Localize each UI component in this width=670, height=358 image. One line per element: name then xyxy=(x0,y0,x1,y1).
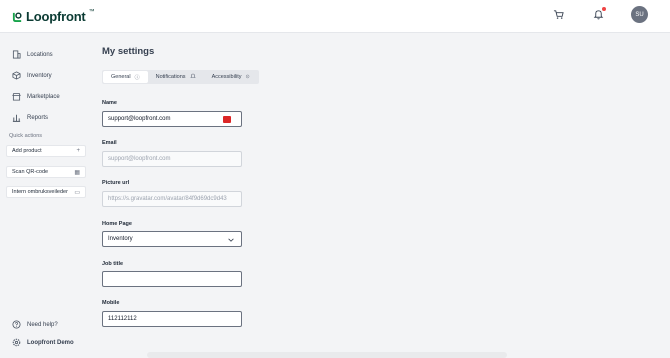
logo[interactable]: Loopfront ™ xyxy=(12,9,95,24)
bell-icon xyxy=(189,73,196,81)
bell-icon[interactable] xyxy=(591,6,606,22)
sidebar-item-marketplace[interactable]: Marketplace xyxy=(12,92,60,101)
mobile-field[interactable]: 112112112 xyxy=(102,311,242,327)
info-icon: ⓘ xyxy=(134,74,140,81)
sidebar-item-label: Marketplace xyxy=(27,93,60,100)
picture-url-placeholder: https://s.gravatar.com/avatar/84f9d69dc9… xyxy=(108,196,227,202)
mobile-value: 112112112 xyxy=(108,316,137,322)
box-icon xyxy=(12,71,21,80)
accessibility-icon: ⊙ xyxy=(245,74,250,80)
tab-notifications[interactable]: Notifications xyxy=(148,71,204,83)
tab-accessibility[interactable]: Accessibility ⊙ xyxy=(204,71,258,83)
building-icon xyxy=(12,50,21,59)
tab-label: Notifications xyxy=(155,74,186,80)
email-field: support@loopfront.com xyxy=(102,151,242,167)
settings-main: My settings General ⓘ Notifications Acce… xyxy=(92,33,670,358)
intern-ombruksveileder-button[interactable]: Intern ombruksveileder ▭ xyxy=(6,186,86,198)
org-switcher[interactable]: Loopfront Demo xyxy=(12,338,74,347)
notification-dot xyxy=(602,6,606,11)
help-icon xyxy=(12,320,21,329)
book-icon: ▭ xyxy=(74,189,80,196)
avatar[interactable]: SU xyxy=(631,6,648,23)
job-title-field[interactable] xyxy=(102,271,242,287)
logo-text: Loopfront xyxy=(26,9,86,24)
sidebar-item-locations[interactable]: Locations xyxy=(12,50,53,59)
picture-url-label: Picture url xyxy=(102,180,130,186)
page-title: My settings xyxy=(102,46,155,57)
home-page-label: Home Page xyxy=(102,221,132,227)
top-bar: Loopfront ™ SU xyxy=(0,0,670,33)
loopfront-logo-icon xyxy=(12,12,22,22)
add-product-button[interactable]: Add product + xyxy=(6,145,86,157)
quick-action-label: Add product xyxy=(12,148,42,154)
tab-label: General xyxy=(111,74,131,80)
gear-icon xyxy=(12,338,21,347)
org-name: Loopfront Demo xyxy=(27,339,74,346)
sidebar-item-label: Inventory xyxy=(27,72,52,79)
quick-action-label: Scan QR-code xyxy=(12,169,49,175)
password-manager-icon[interactable] xyxy=(223,116,231,123)
home-page-value: Inventory xyxy=(108,236,133,242)
name-value: support@loopfront.com xyxy=(108,116,171,122)
home-page-select[interactable]: Inventory xyxy=(102,231,242,247)
job-title-label: Job title xyxy=(102,261,124,267)
sidebar-item-label: Locations xyxy=(27,51,53,58)
mobile-label: Mobile xyxy=(102,300,120,306)
quick-action-label: Intern ombruksveileder xyxy=(12,189,68,195)
tab-label: Accessibility xyxy=(211,74,242,80)
bar-chart-icon xyxy=(12,114,21,122)
cart-icon[interactable] xyxy=(551,8,565,22)
sidebar-item-label: Reports xyxy=(27,114,49,121)
need-help-label: Need help? xyxy=(27,321,58,328)
sidebar-item-inventory[interactable]: Inventory xyxy=(12,71,52,80)
tab-general[interactable]: General ⓘ xyxy=(103,71,148,83)
scan-qr-code-button[interactable]: Scan QR-code ▦ xyxy=(6,166,86,178)
sidebar-item-reports[interactable]: Reports xyxy=(12,113,48,122)
qr-code-icon: ▦ xyxy=(74,169,80,176)
name-field[interactable]: support@loopfront.com xyxy=(102,111,242,127)
store-icon xyxy=(12,92,21,101)
picture-url-field[interactable]: https://s.gravatar.com/avatar/84f9d69dc9… xyxy=(102,191,242,207)
logo-trademark: ™ xyxy=(88,8,95,15)
scroll-shadow xyxy=(147,352,507,358)
settings-tabs: General ⓘ Notifications Accessibility ⊙ xyxy=(102,70,259,84)
email-label: Email xyxy=(102,140,117,146)
chevron-down-icon xyxy=(228,238,234,242)
sidebar: Locations Inventory Marketplace Reports … xyxy=(0,33,92,358)
name-label: Name xyxy=(102,100,117,106)
plus-icon: + xyxy=(76,148,80,154)
need-help-link[interactable]: Need help? xyxy=(12,320,58,329)
quick-actions-title: Quick actions xyxy=(9,133,43,139)
email-value: support@loopfront.com xyxy=(108,156,171,162)
